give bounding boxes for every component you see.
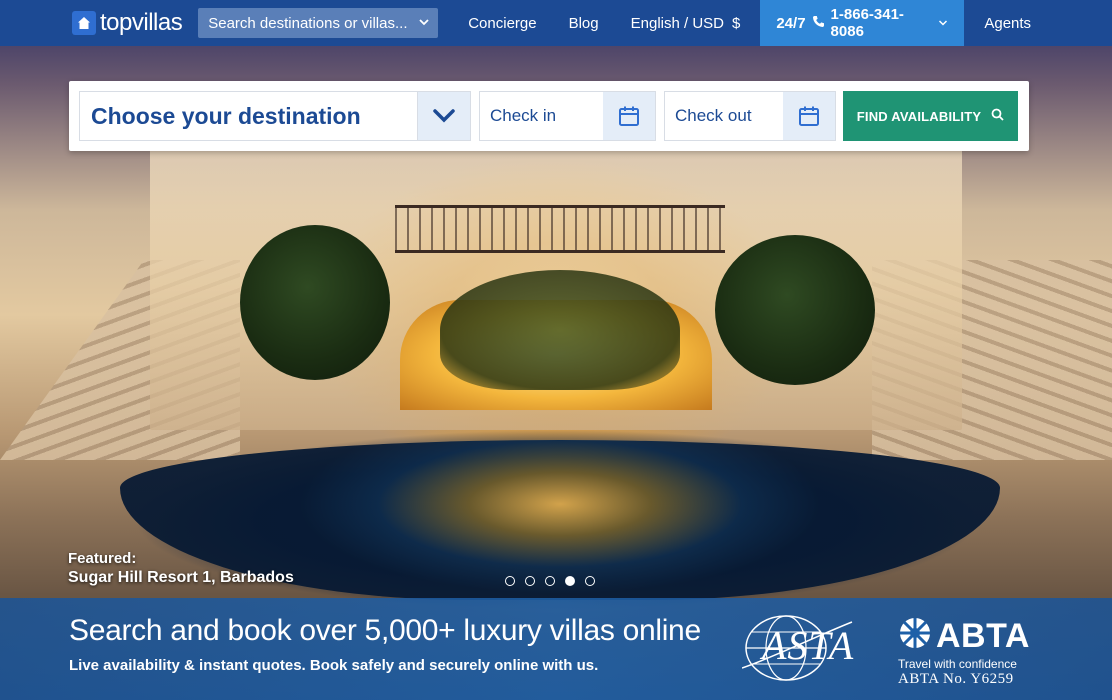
- featured-caption: Featured: Sugar Hill Resort 1, Barbados: [68, 550, 294, 587]
- asta-text: ASTA: [762, 623, 855, 668]
- language-currency-label: English / USD: [630, 14, 724, 32]
- destination-search-dropdown[interactable]: Search destinations or villas...: [198, 8, 439, 38]
- abta-text: ABTA: [936, 616, 1030, 655]
- logo[interactable]: topvillas: [72, 0, 183, 46]
- banner-title: Search and book over 5,000+ luxury villa…: [69, 614, 701, 647]
- banner-subtitle: Live availability & instant quotes. Book…: [69, 657, 599, 674]
- abta-number: ABTA No. Y6259: [898, 671, 1014, 687]
- nav-blog[interactable]: Blog: [553, 0, 615, 46]
- calendar-icon[interactable]: [603, 92, 655, 140]
- search-icon: [991, 108, 1004, 124]
- phone-number: 1-866-341-8086: [830, 6, 904, 40]
- nav-language-currency[interactable]: English / USD $: [615, 0, 757, 46]
- hero-tree-left: [240, 225, 390, 380]
- carousel-dot[interactable]: [545, 576, 555, 586]
- nav-agents[interactable]: Agents: [964, 0, 1047, 46]
- carousel-dot[interactable]: [525, 576, 535, 586]
- destination-select[interactable]: Choose your destination: [79, 91, 471, 141]
- logo-text: topvillas: [100, 9, 183, 36]
- carousel-dots: [505, 576, 595, 586]
- chevron-down-icon: [938, 15, 948, 32]
- destination-select-label: Choose your destination: [91, 102, 361, 129]
- calendar-icon[interactable]: [783, 92, 835, 140]
- top-navigation: topvillas Search destinations or villas.…: [0, 0, 1112, 46]
- hero-tree-right: [715, 235, 875, 385]
- phone-prefix: 24/7: [776, 14, 806, 32]
- promo-banner: Search and book over 5,000+ luxury villa…: [0, 598, 1112, 700]
- availability-search-panel: Choose your destination Check in Check o…: [69, 81, 1029, 151]
- abta-header: ABTA: [898, 616, 1038, 655]
- chevron-down-icon[interactable]: [417, 92, 470, 140]
- hero-palms: [440, 270, 680, 390]
- chevron-down-icon: [418, 15, 430, 32]
- find-availability-label: FIND AVAILABILITY: [856, 108, 982, 124]
- home-icon: [72, 11, 96, 35]
- checkout-label: Check out: [675, 106, 752, 125]
- checkin-label: Check in: [490, 106, 557, 125]
- hero-balcony: [395, 205, 725, 253]
- asta-logo: ASTA: [741, 608, 870, 684]
- checkout-field[interactable]: Check out: [664, 91, 836, 141]
- phone-dropdown[interactable]: 24/7 1-866-341-8086: [760, 0, 965, 46]
- phone-icon: [812, 15, 825, 32]
- featured-villa-name[interactable]: Sugar Hill Resort 1, Barbados: [68, 569, 294, 587]
- find-availability-button[interactable]: FIND AVAILABILITY: [843, 91, 1018, 141]
- abta-tagline: Travel with confidence: [898, 657, 1017, 671]
- featured-label: Featured:: [68, 550, 137, 567]
- carousel-dot[interactable]: [565, 576, 575, 586]
- currency-symbol: $: [732, 14, 741, 32]
- destination-search-placeholder: Search destinations or villas...: [208, 14, 408, 32]
- carousel-dot[interactable]: [505, 576, 515, 586]
- abta-mark-icon: [898, 616, 932, 655]
- carousel-dot[interactable]: [585, 576, 595, 586]
- nav-concierge[interactable]: Concierge: [452, 0, 552, 46]
- checkin-field[interactable]: Check in: [479, 91, 656, 141]
- abta-logo: ABTA Travel with confidence ABTA No. Y62…: [898, 616, 1038, 688]
